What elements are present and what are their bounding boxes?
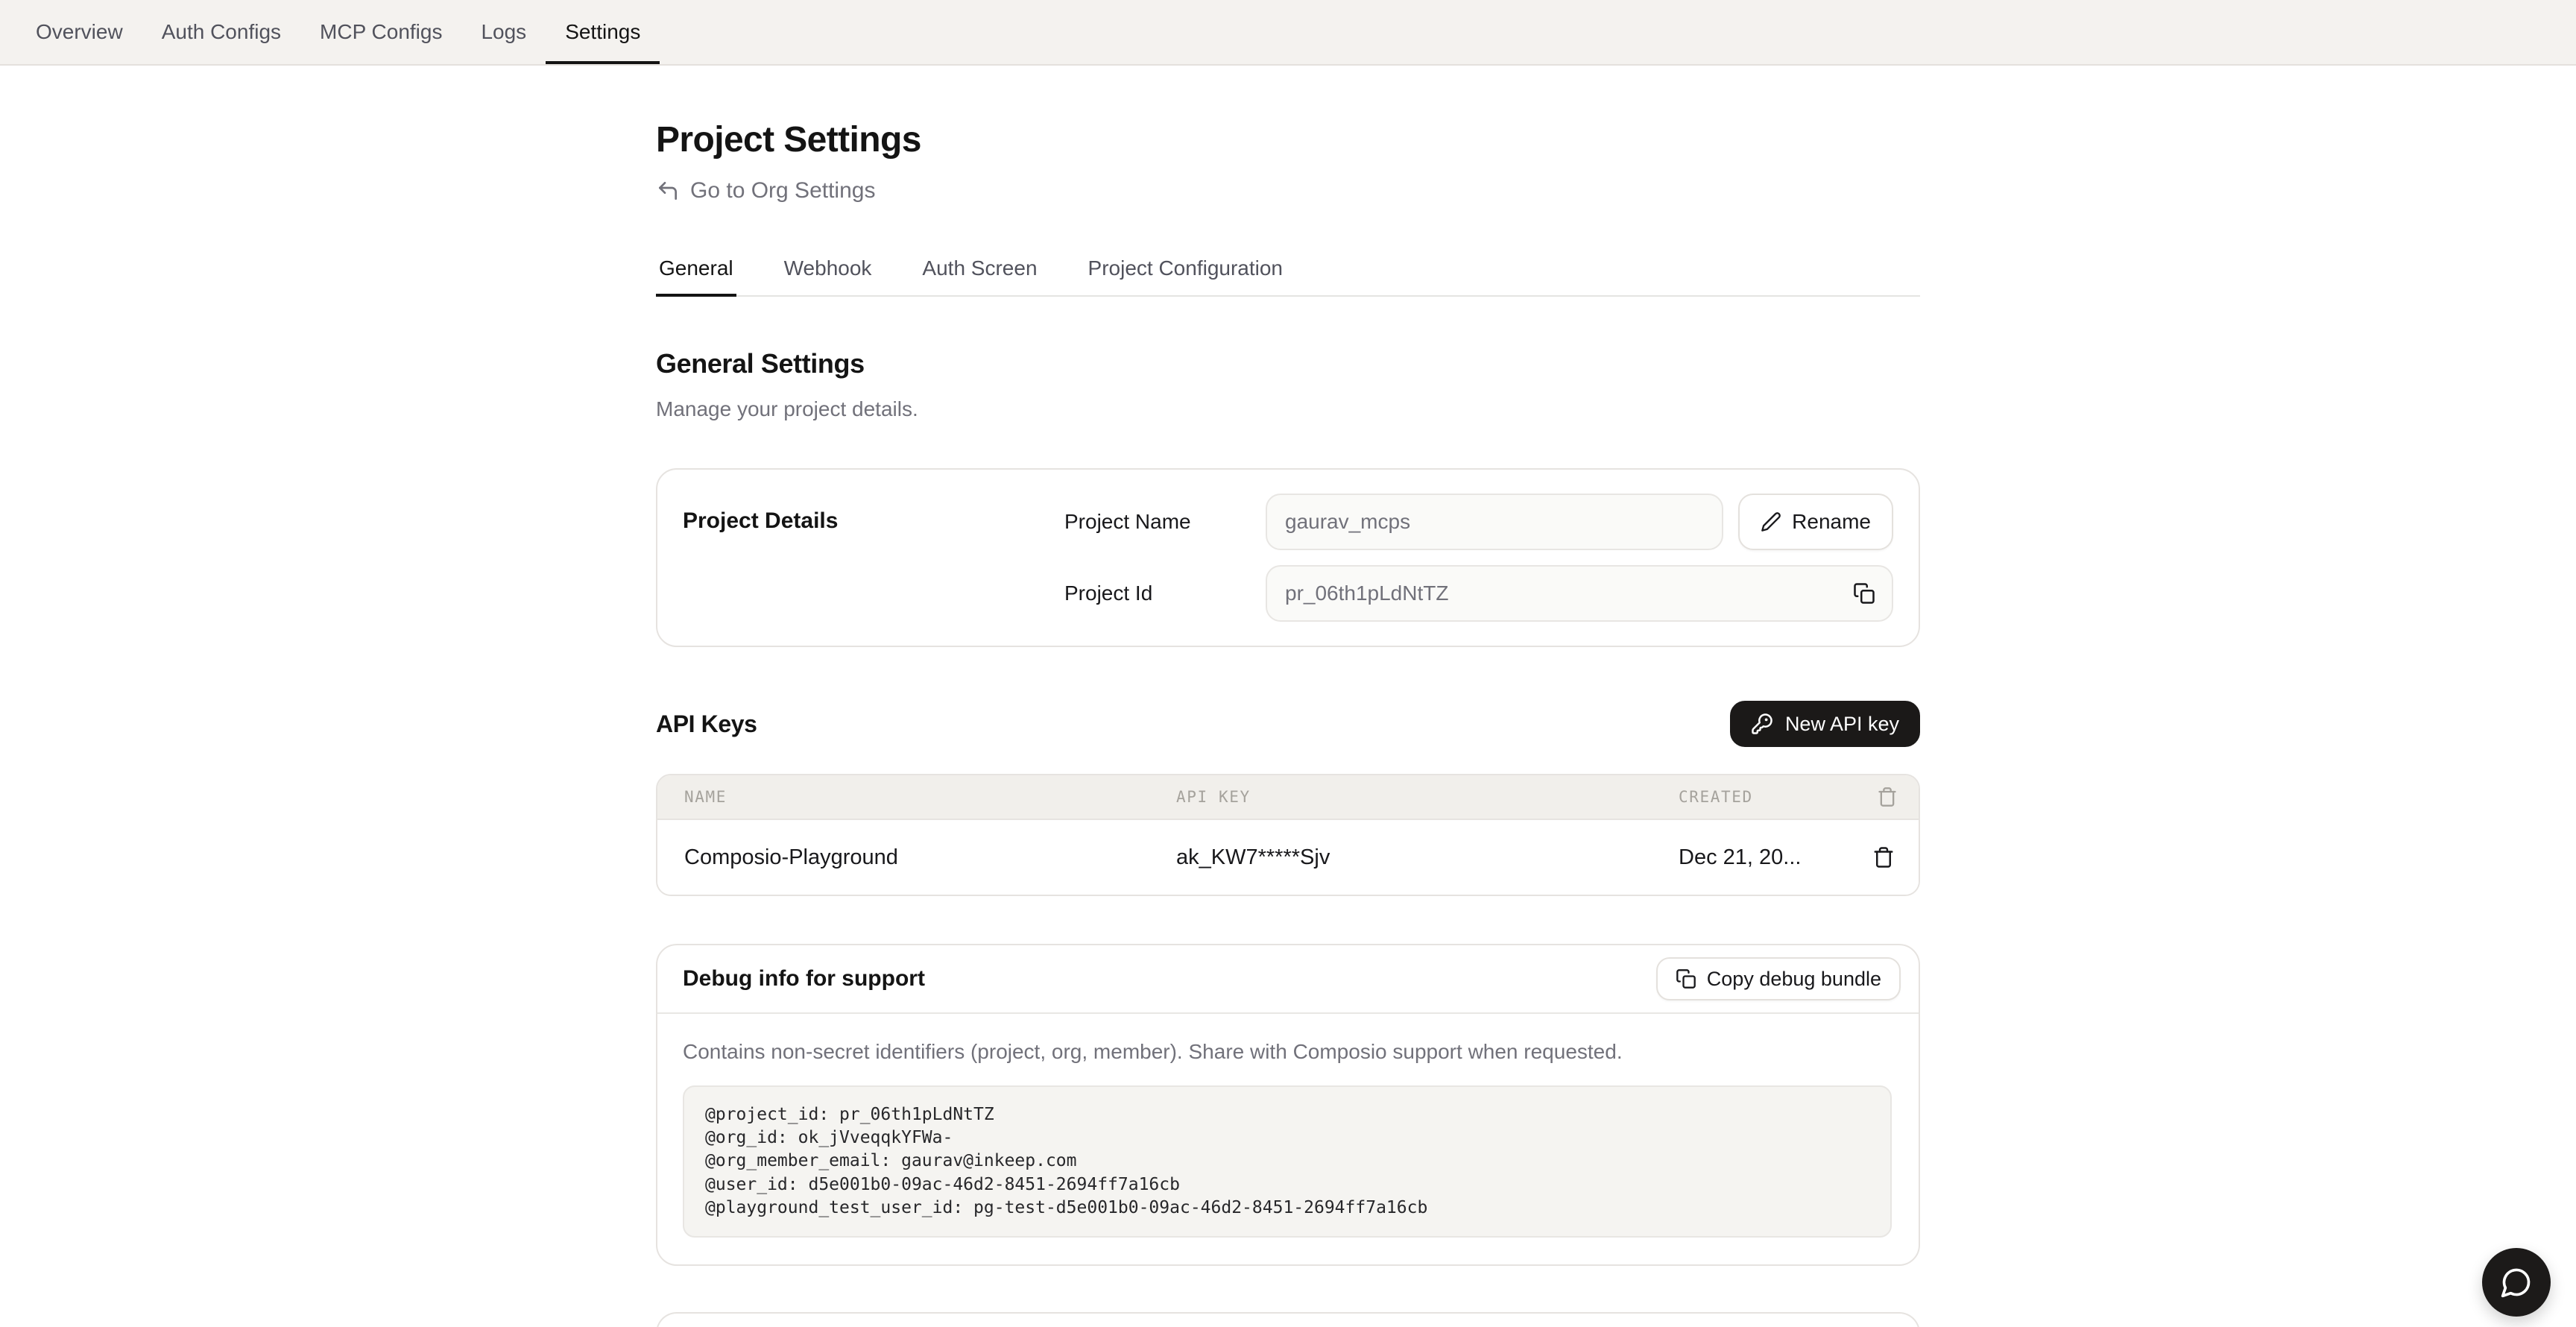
api-key-masked-value: ak_KW7*****Sjv <box>1176 845 1679 870</box>
project-name-row: Project Name Rename <box>1064 494 1893 550</box>
key-icon <box>1751 713 1773 735</box>
back-link-label: Go to Org Settings <box>690 177 875 204</box>
corner-up-left-icon <box>656 179 680 203</box>
general-settings-heading: General Settings <box>656 346 1920 382</box>
page-title: Project Settings <box>656 118 1920 163</box>
rename-button-label: Rename <box>1792 510 1871 534</box>
tab-general[interactable]: General <box>656 256 736 297</box>
api-keys-heading: API Keys <box>656 710 757 738</box>
api-keys-header: API Keys New API key <box>656 701 1920 747</box>
top-navigation: Overview Auth Configs MCP Configs Logs S… <box>0 0 2576 66</box>
project-details-title: Project Details <box>683 494 1064 622</box>
trash-icon <box>1872 846 1895 869</box>
go-to-org-settings-link[interactable]: Go to Org Settings <box>656 177 875 204</box>
tab-webhook[interactable]: Webhook <box>781 256 875 297</box>
debug-description: Contains non-secret identifiers (project… <box>683 1038 1892 1066</box>
copy-debug-bundle-label: Copy debug bundle <box>1707 968 1881 991</box>
topnav-item-settings[interactable]: Settings <box>546 0 660 64</box>
copy-project-id-button[interactable] <box>1850 579 1878 608</box>
main-content: Project Settings Go to Org Settings Gene… <box>656 66 1920 1327</box>
topnav-item-mcp-configs[interactable]: MCP Configs <box>300 0 461 64</box>
debug-bundle-code-block: @project_id: pr_06th1pLdNtTZ @org_id: ok… <box>683 1085 1892 1238</box>
project-name-input[interactable] <box>1266 494 1723 550</box>
api-key-table-row: Composio-Playground ak_KW7*****Sjv Dec 2… <box>657 820 1919 895</box>
pencil-icon <box>1761 511 1781 532</box>
support-chat-button[interactable] <box>2482 1248 2551 1317</box>
debug-info-card: Debug info for support Copy debug bundle… <box>656 944 1920 1266</box>
chat-bubble-icon <box>2500 1266 2533 1299</box>
project-id-input[interactable] <box>1266 565 1893 622</box>
debug-card-header: Debug info for support Copy debug bundle <box>657 945 1919 1014</box>
project-id-label: Project Id <box>1064 581 1266 605</box>
delete-api-key-button[interactable] <box>1869 843 1898 871</box>
debug-card-title: Debug info for support <box>683 966 925 992</box>
copy-icon <box>1676 968 1696 989</box>
project-name-label: Project Name <box>1064 510 1266 534</box>
col-header-name: NAME <box>684 788 1176 806</box>
api-key-created-date: Dec 21, 20... <box>1679 845 1832 870</box>
api-keys-table-header: NAME API KEY CREATED <box>657 775 1919 820</box>
settings-tabs: General Webhook Auth Screen Project Conf… <box>656 256 1920 297</box>
api-keys-table: NAME API KEY CREATED Composio-Playground… <box>656 774 1920 896</box>
tab-project-configuration[interactable]: Project Configuration <box>1085 256 1286 297</box>
debug-card-body: Contains non-secret identifiers (project… <box>657 1014 1919 1264</box>
project-details-fields: Project Name Rename Project Id <box>1064 494 1893 622</box>
trash-icon <box>1877 787 1898 807</box>
topnav-item-auth-configs[interactable]: Auth Configs <box>142 0 300 64</box>
next-section-card-partial <box>656 1312 1920 1327</box>
api-key-name: Composio-Playground <box>684 845 1176 870</box>
copy-icon <box>1853 582 1875 605</box>
topnav-item-logs[interactable]: Logs <box>461 0 546 64</box>
project-id-row: Project Id <box>1064 565 1893 622</box>
new-api-key-label: New API key <box>1785 713 1899 736</box>
topnav-item-overview[interactable]: Overview <box>16 0 142 64</box>
new-api-key-button[interactable]: New API key <box>1730 701 1920 747</box>
tab-auth-screen[interactable]: Auth Screen <box>919 256 1040 297</box>
copy-debug-bundle-button[interactable]: Copy debug bundle <box>1656 957 1901 1000</box>
col-header-created: CREATED <box>1679 788 1832 806</box>
col-header-api-key: API KEY <box>1176 788 1679 806</box>
general-settings-subheading: Manage your project details. <box>656 395 1920 423</box>
rename-button[interactable]: Rename <box>1738 494 1893 550</box>
project-details-card: Project Details Project Name Rename Proj… <box>656 468 1920 647</box>
